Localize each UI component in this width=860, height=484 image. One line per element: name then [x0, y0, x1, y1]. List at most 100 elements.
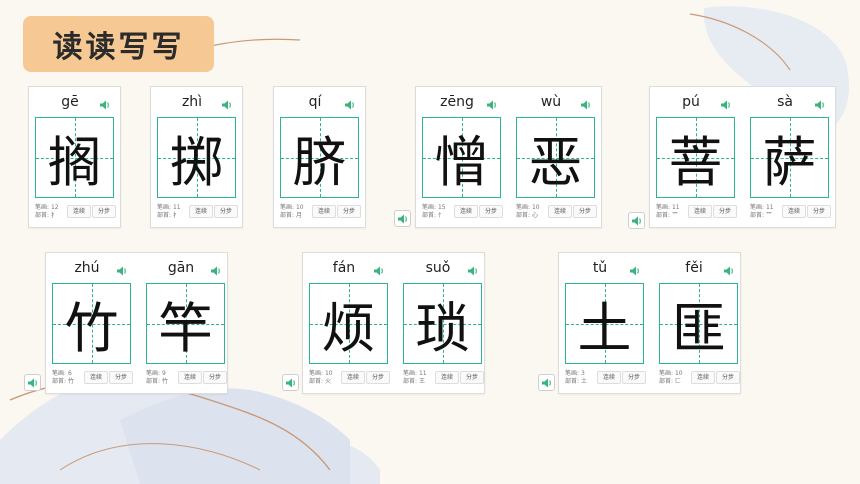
char-meta: 笔画: 9 部首: 竹: [146, 370, 168, 385]
radical-label: 部首: [565, 378, 578, 385]
char-card: qí 脐笔画: 10 部首: 月连续 分步: [273, 86, 366, 228]
char-meta: 笔画: 15 部首: 忄: [422, 204, 446, 219]
step-button[interactable]: 分步: [337, 205, 361, 218]
speaker-icon[interactable]: [210, 262, 222, 276]
speaker-icon[interactable]: [344, 96, 356, 110]
connect-button[interactable]: 连续: [454, 205, 478, 218]
speaker-icon[interactable]: [221, 96, 233, 110]
step-button[interactable]: 分步: [460, 371, 484, 384]
strokes-count: 6: [67, 370, 72, 377]
strokes-count: 15: [437, 204, 446, 211]
connect-button[interactable]: 连续: [688, 205, 712, 218]
connect-button[interactable]: 连续: [597, 371, 621, 384]
connect-button[interactable]: 连续: [312, 205, 336, 218]
hanzi-character: 萨: [762, 131, 817, 194]
strokes-label: 笔画: [750, 204, 763, 211]
speaker-icon[interactable]: [99, 96, 111, 110]
step-button[interactable]: 分步: [622, 371, 646, 384]
tianzige-grid: 烦: [309, 283, 388, 364]
speaker-icon[interactable]: [814, 96, 826, 110]
radical-value: 艹: [765, 212, 772, 219]
char-meta: 笔画: 3 部首: 土: [565, 370, 587, 385]
strokes-count: 9: [161, 370, 166, 377]
speaker-icon[interactable]: [373, 262, 385, 276]
play-all-speaker-icon[interactable]: [24, 374, 41, 391]
background-decoration: [0, 6, 849, 484]
radical-value: 心: [531, 212, 538, 219]
char-meta: 笔画: 10 部首: 月: [280, 204, 304, 219]
radical-value: 忄: [437, 212, 444, 219]
tianzige-grid: 匪: [659, 283, 738, 364]
connect-button[interactable]: 连续: [341, 371, 365, 384]
connect-button[interactable]: 连续: [189, 205, 213, 218]
strokes-count: 11: [172, 204, 181, 211]
strokes-label: 笔画: [565, 370, 578, 377]
tianzige-grid: 菩: [656, 117, 735, 198]
radical-label: 部首: [35, 212, 48, 219]
strokes-count: 10: [674, 370, 683, 377]
char-card: zēng 憎笔画: 15 部首: 忄连续 分步 wù 恶笔画: 10 部首: 心连续 分步: [415, 86, 602, 228]
step-button[interactable]: 分步: [573, 205, 597, 218]
radical-label: 部首: [309, 378, 322, 385]
char-meta: 笔画: 10 部首: 火: [309, 370, 333, 385]
char-card: fán 烦笔画: 10 部首: 火连续 分步 suǒ 琐笔画: 11 部首: 王连续 分步: [302, 252, 485, 394]
radical-value: 王: [418, 378, 425, 385]
connect-button[interactable]: 连续: [435, 371, 459, 384]
radical-label: 部首: [280, 212, 293, 219]
char-meta: 笔画: 11 部首: 王: [403, 370, 427, 385]
char-card: zhú 竹笔画: 6 部首: 竹连续 分步 gān 竿笔画: 9 部首: 竹连续 分步: [45, 252, 228, 394]
connect-button[interactable]: 连续: [782, 205, 806, 218]
step-button[interactable]: 分步: [92, 205, 116, 218]
play-all-speaker-icon[interactable]: [538, 374, 555, 391]
strokes-count: 11: [765, 204, 774, 211]
play-all-speaker-icon[interactable]: [394, 210, 411, 227]
section-title-tag: 读读写写: [23, 16, 214, 72]
radical-value: 扌: [50, 212, 57, 219]
strokes-label: 笔画: [656, 204, 669, 211]
step-button[interactable]: 分步: [214, 205, 238, 218]
connect-button[interactable]: 连续: [178, 371, 202, 384]
char-card: gē 搁笔画: 12 部首: 扌连续 分步: [28, 86, 121, 228]
speaker-icon[interactable]: [116, 262, 128, 276]
hanzi-character: 竹: [64, 297, 119, 360]
speaker-icon[interactable]: [720, 96, 732, 110]
step-button[interactable]: 分步: [109, 371, 133, 384]
connect-button[interactable]: 连续: [67, 205, 91, 218]
radical-value: 扌: [172, 212, 179, 219]
char-card: pú 菩笔画: 11 部首: 艹连续 分步 sà 萨笔画: 11 部首: 艹连续 分步: [649, 86, 836, 228]
hanzi-character: 匪: [671, 297, 726, 360]
connect-button[interactable]: 连续: [691, 371, 715, 384]
tianzige-grid: 萨: [750, 117, 829, 198]
radical-value: 匚: [674, 378, 681, 385]
strokes-label: 笔画: [280, 204, 293, 211]
strokes-count: 10: [324, 370, 333, 377]
strokes-label: 笔画: [422, 204, 435, 211]
speaker-icon[interactable]: [467, 262, 479, 276]
speaker-icon[interactable]: [580, 96, 592, 110]
step-button[interactable]: 分步: [713, 205, 737, 218]
speaker-icon[interactable]: [723, 262, 735, 276]
play-all-speaker-icon[interactable]: [628, 212, 645, 229]
play-all-speaker-icon[interactable]: [282, 374, 299, 391]
speaker-icon[interactable]: [486, 96, 498, 110]
strokes-label: 笔画: [52, 370, 65, 377]
connect-button[interactable]: 连续: [84, 371, 108, 384]
char-meta: 笔画: 11 部首: 艹: [656, 204, 680, 219]
tianzige-grid: 恶: [516, 117, 595, 198]
radical-value: 火: [324, 378, 331, 385]
tianzige-grid: 竹: [52, 283, 131, 364]
tianzige-grid: 琐: [403, 283, 482, 364]
hanzi-character: 搁: [47, 131, 102, 194]
step-button[interactable]: 分步: [807, 205, 831, 218]
step-button[interactable]: 分步: [716, 371, 740, 384]
step-button[interactable]: 分步: [203, 371, 227, 384]
tianzige-grid: 脐: [280, 117, 359, 198]
radical-label: 部首: [52, 378, 65, 385]
strokes-label: 笔画: [146, 370, 159, 377]
step-button[interactable]: 分步: [479, 205, 503, 218]
step-button[interactable]: 分步: [366, 371, 390, 384]
strokes-label: 笔画: [309, 370, 322, 377]
connect-button[interactable]: 连续: [548, 205, 572, 218]
speaker-icon[interactable]: [629, 262, 641, 276]
char-card: tǔ 土笔画: 3 部首: 土连续 分步 fěi 匪笔画: 10 部首: 匚连续 分步: [558, 252, 741, 394]
